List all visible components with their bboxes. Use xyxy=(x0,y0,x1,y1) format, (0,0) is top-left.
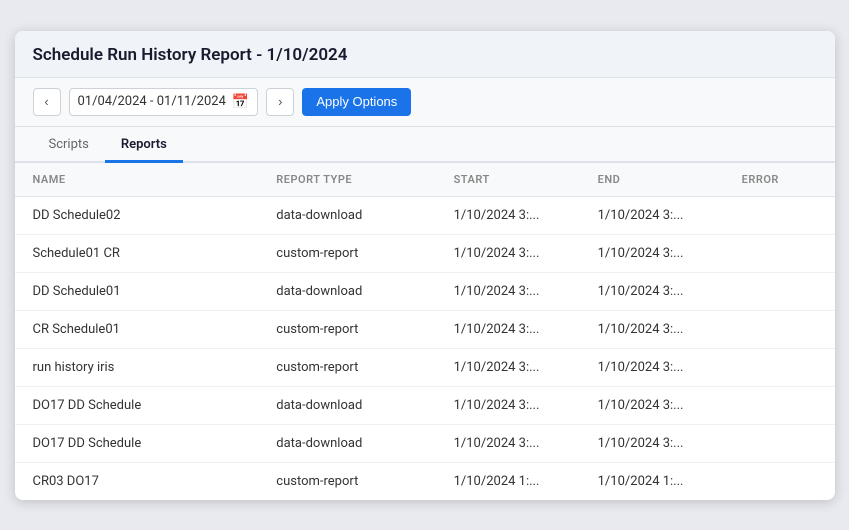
cell-report_type-6: data-download xyxy=(258,424,435,462)
date-range-text: 01/04/2024 - 01/11/2024 xyxy=(78,94,226,109)
table-row[interactable]: CR03 DO17custom-report1/10/2024 1:...1/1… xyxy=(15,462,835,500)
prev-icon: ‹ xyxy=(44,94,48,109)
toolbar: ‹ 01/04/2024 - 01/11/2024 📅 › Apply Opti… xyxy=(15,78,835,127)
cell-name-6: DO17 DD Schedule xyxy=(15,424,259,462)
cell-start-7: 1/10/2024 1:... xyxy=(436,462,580,500)
cell-name-4: run history iris xyxy=(15,348,259,386)
cell-start-3: 1/10/2024 3:... xyxy=(436,310,580,348)
date-range-display[interactable]: 01/04/2024 - 01/11/2024 📅 xyxy=(69,88,259,116)
cell-error-0 xyxy=(724,196,835,234)
calendar-icon: 📅 xyxy=(232,94,249,110)
cell-error-7 xyxy=(724,462,835,500)
col-header-report-type: REPORT TYPE xyxy=(258,163,435,197)
cell-end-6: 1/10/2024 3:... xyxy=(580,424,724,462)
table-header-row: NAME REPORT TYPE START END ERROR xyxy=(15,163,835,197)
cell-name-1: Schedule01 CR xyxy=(15,234,259,272)
table-row[interactable]: Schedule01 CRcustom-report1/10/2024 3:..… xyxy=(15,234,835,272)
tabs-bar: Scripts Reports xyxy=(15,127,835,163)
cell-name-2: DD Schedule01 xyxy=(15,272,259,310)
cell-report_type-3: custom-report xyxy=(258,310,435,348)
cell-end-7: 1/10/2024 1:... xyxy=(580,462,724,500)
cell-error-5 xyxy=(724,386,835,424)
cell-error-4 xyxy=(724,348,835,386)
tab-scripts[interactable]: Scripts xyxy=(33,127,105,163)
table-row[interactable]: DO17 DD Scheduledata-download1/10/2024 3… xyxy=(15,424,835,462)
cell-report_type-4: custom-report xyxy=(258,348,435,386)
page-title: Schedule Run History Report - 1/10/2024 xyxy=(33,45,817,65)
next-button[interactable]: › xyxy=(266,88,294,116)
cell-name-7: CR03 DO17 xyxy=(15,462,259,500)
cell-report_type-0: data-download xyxy=(258,196,435,234)
table-row[interactable]: DD Schedule02data-download1/10/2024 3:..… xyxy=(15,196,835,234)
table-container: NAME REPORT TYPE START END ERROR DD Sche… xyxy=(15,163,835,500)
col-header-error: ERROR xyxy=(724,163,835,197)
table-row[interactable]: CR Schedule01custom-report1/10/2024 3:..… xyxy=(15,310,835,348)
col-header-start: START xyxy=(436,163,580,197)
cell-report_type-1: custom-report xyxy=(258,234,435,272)
reports-table: NAME REPORT TYPE START END ERROR DD Sche… xyxy=(15,163,835,500)
table-row[interactable]: DO17 DD Scheduledata-download1/10/2024 3… xyxy=(15,386,835,424)
cell-end-0: 1/10/2024 3:... xyxy=(580,196,724,234)
main-window: Schedule Run History Report - 1/10/2024 … xyxy=(15,31,835,500)
cell-end-5: 1/10/2024 3:... xyxy=(580,386,724,424)
cell-end-3: 1/10/2024 3:... xyxy=(580,310,724,348)
cell-report_type-7: custom-report xyxy=(258,462,435,500)
cell-error-1 xyxy=(724,234,835,272)
cell-error-3 xyxy=(724,310,835,348)
table-row[interactable]: DD Schedule01data-download1/10/2024 3:..… xyxy=(15,272,835,310)
cell-end-2: 1/10/2024 3:... xyxy=(580,272,724,310)
cell-name-5: DO17 DD Schedule xyxy=(15,386,259,424)
col-header-name: NAME xyxy=(15,163,259,197)
table-row[interactable]: run history iriscustom-report1/10/2024 3… xyxy=(15,348,835,386)
col-header-end: END xyxy=(580,163,724,197)
cell-end-4: 1/10/2024 3:... xyxy=(580,348,724,386)
cell-error-6 xyxy=(724,424,835,462)
cell-start-6: 1/10/2024 3:... xyxy=(436,424,580,462)
cell-name-3: CR Schedule01 xyxy=(15,310,259,348)
cell-report_type-5: data-download xyxy=(258,386,435,424)
apply-options-button[interactable]: Apply Options xyxy=(302,88,411,116)
title-bar: Schedule Run History Report - 1/10/2024 xyxy=(15,31,835,78)
cell-name-0: DD Schedule02 xyxy=(15,196,259,234)
cell-start-0: 1/10/2024 3:... xyxy=(436,196,580,234)
next-icon: › xyxy=(278,94,282,109)
cell-start-5: 1/10/2024 3:... xyxy=(436,386,580,424)
cell-start-2: 1/10/2024 3:... xyxy=(436,272,580,310)
prev-button[interactable]: ‹ xyxy=(33,88,61,116)
cell-error-2 xyxy=(724,272,835,310)
cell-start-4: 1/10/2024 3:... xyxy=(436,348,580,386)
cell-end-1: 1/10/2024 3:... xyxy=(580,234,724,272)
cell-report_type-2: data-download xyxy=(258,272,435,310)
cell-start-1: 1/10/2024 3:... xyxy=(436,234,580,272)
tab-reports[interactable]: Reports xyxy=(105,127,183,163)
